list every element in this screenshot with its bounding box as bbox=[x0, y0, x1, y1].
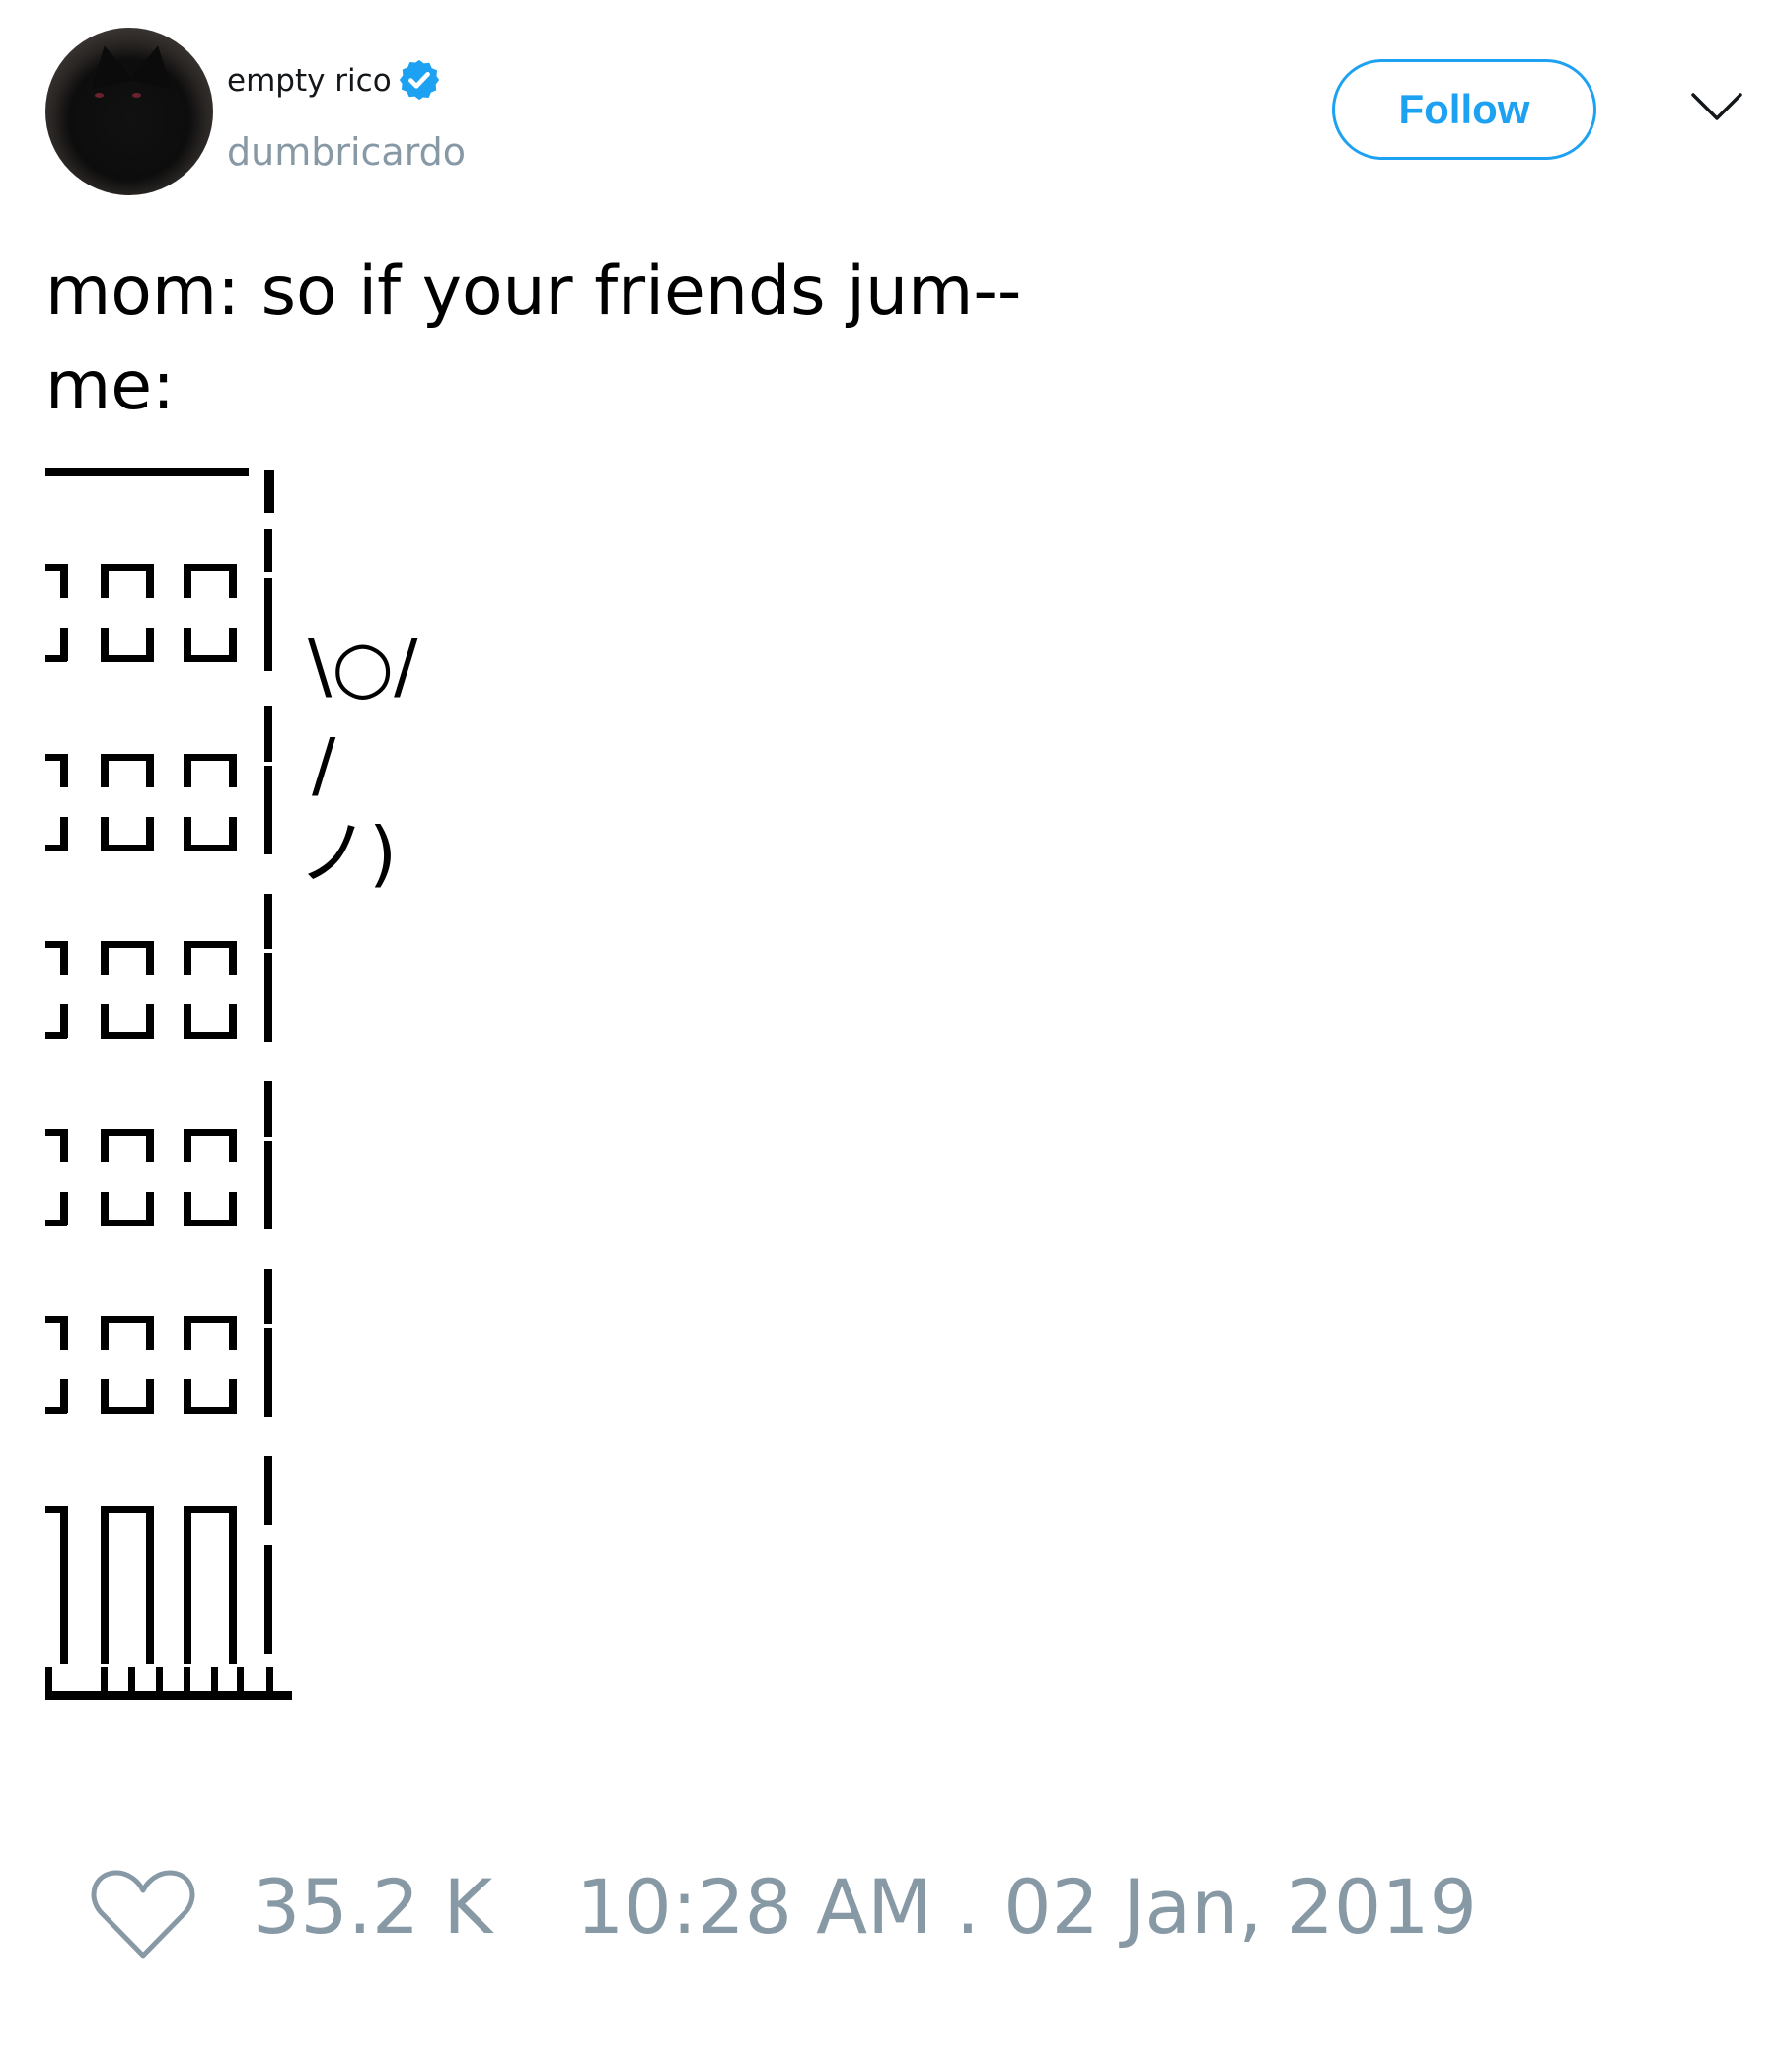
building-wall bbox=[264, 766, 272, 854]
window-frame bbox=[146, 941, 154, 975]
building-base-tick bbox=[45, 1667, 52, 1693]
building-wall bbox=[264, 1328, 272, 1417]
door-column bbox=[60, 1506, 68, 1664]
window-frame bbox=[229, 1316, 237, 1350]
window-frame bbox=[146, 564, 154, 598]
building-wall bbox=[264, 1456, 272, 1525]
window-frame bbox=[229, 754, 237, 787]
door-column bbox=[101, 1506, 109, 1664]
window-bracket bbox=[60, 1129, 68, 1162]
building-wall bbox=[264, 706, 272, 762]
window-frame bbox=[101, 564, 109, 598]
window-frame bbox=[101, 1220, 154, 1226]
building-wall bbox=[264, 1081, 272, 1137]
window-frame bbox=[184, 564, 237, 571]
window-frame bbox=[184, 754, 237, 761]
window-frame bbox=[184, 1129, 191, 1162]
window-bracket bbox=[60, 1379, 68, 1413]
window-bracket bbox=[60, 628, 68, 661]
window-frame bbox=[184, 1032, 237, 1039]
building-base-tick bbox=[156, 1667, 163, 1693]
window-frame bbox=[184, 845, 237, 851]
building-wall bbox=[264, 1545, 272, 1654]
jumper-body: / bbox=[312, 723, 336, 806]
window-frame bbox=[184, 941, 237, 948]
window-frame bbox=[101, 1129, 154, 1136]
building-wall bbox=[264, 1141, 272, 1229]
jumper-arms: \○/ bbox=[308, 625, 418, 707]
window-frame bbox=[146, 1129, 154, 1162]
window-frame bbox=[184, 941, 191, 975]
door-column bbox=[184, 1506, 191, 1664]
window-frame bbox=[101, 754, 109, 787]
building-base bbox=[45, 1691, 292, 1700]
building-roof bbox=[45, 468, 249, 476]
tweet-timestamp[interactable]: 10:28 AM . 02 Jan, 2019 bbox=[576, 1863, 1477, 1951]
building-base-tick bbox=[237, 1667, 244, 1693]
window-frame bbox=[101, 655, 154, 662]
jumper-legs: ノ) bbox=[298, 812, 397, 895]
building-roof-corner bbox=[264, 470, 274, 513]
window-frame bbox=[229, 1129, 237, 1162]
window-frame bbox=[101, 1032, 154, 1039]
like-count[interactable]: 35.2 K bbox=[253, 1863, 492, 1951]
window-bracket bbox=[60, 941, 68, 975]
window-frame bbox=[101, 1316, 154, 1323]
heart-icon[interactable] bbox=[89, 1865, 197, 1963]
jumper-figure: \○/ / ノ) bbox=[298, 625, 418, 895]
door-column bbox=[229, 1506, 237, 1664]
window-frame bbox=[101, 941, 109, 975]
window-bracket bbox=[60, 1192, 68, 1225]
building bbox=[45, 468, 292, 1700]
window-frame bbox=[101, 941, 154, 948]
window-frame bbox=[184, 1220, 237, 1226]
window-bracket bbox=[60, 754, 68, 787]
window-frame bbox=[184, 1316, 191, 1350]
window-frame bbox=[184, 1129, 237, 1136]
window-bracket bbox=[60, 1316, 68, 1350]
door-frame bbox=[184, 1506, 237, 1513]
window-frame bbox=[229, 564, 237, 598]
door-frame bbox=[101, 1506, 154, 1513]
window-frame bbox=[184, 754, 191, 787]
window-frame bbox=[146, 1316, 154, 1350]
window-frame bbox=[184, 655, 237, 662]
window-frame bbox=[101, 1407, 154, 1414]
building-base-tick bbox=[128, 1667, 135, 1693]
window-frame bbox=[184, 1407, 237, 1414]
window-bracket bbox=[60, 1004, 68, 1038]
building-base-tick bbox=[211, 1667, 218, 1693]
building-base-tick bbox=[266, 1667, 273, 1693]
building-wall bbox=[264, 529, 272, 572]
building-wall bbox=[264, 894, 272, 949]
building-ascii-art: \○/ / ノ) bbox=[45, 468, 418, 1700]
window-frame bbox=[101, 754, 154, 761]
building-wall bbox=[264, 953, 272, 1042]
building-base-tick bbox=[101, 1667, 108, 1693]
window-frame bbox=[101, 564, 154, 571]
window-frame bbox=[101, 1316, 109, 1350]
window-frame bbox=[184, 1316, 237, 1323]
building-base-tick bbox=[184, 1667, 190, 1693]
window-bracket bbox=[60, 817, 68, 851]
building-wall bbox=[264, 1269, 272, 1324]
window-frame bbox=[184, 564, 191, 598]
window-frame bbox=[101, 1129, 109, 1162]
door-column bbox=[146, 1506, 154, 1664]
building-wall bbox=[264, 578, 272, 671]
window-frame bbox=[146, 754, 154, 787]
window-bracket bbox=[60, 564, 68, 598]
window-frame bbox=[101, 845, 154, 851]
window-frame bbox=[229, 941, 237, 975]
